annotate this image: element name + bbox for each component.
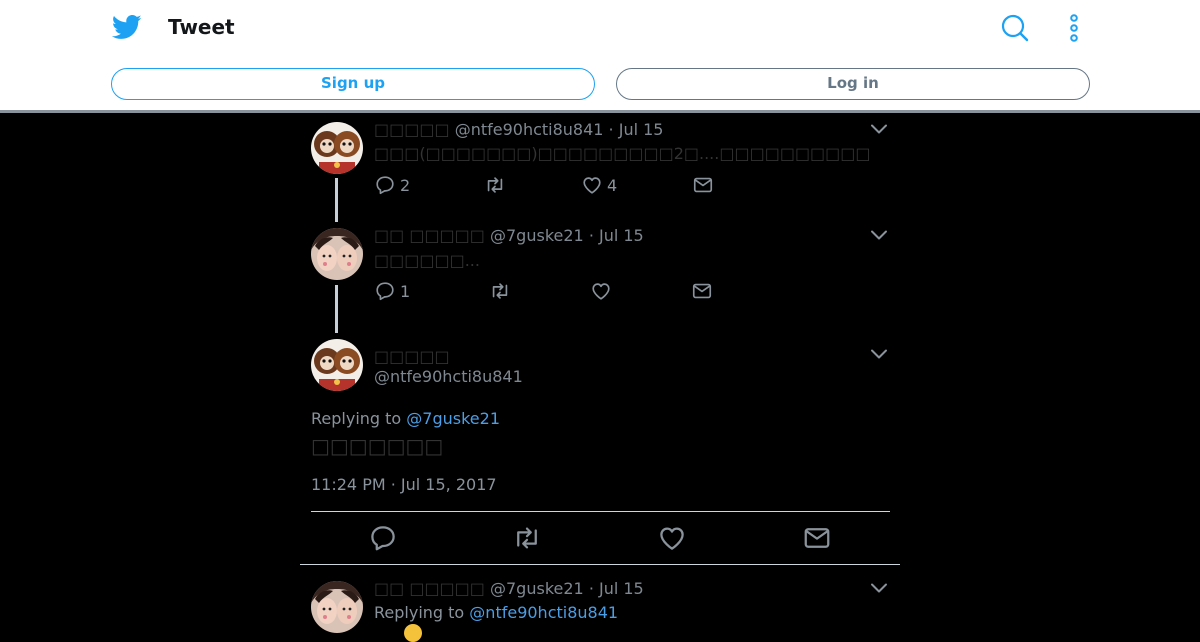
dm-icon[interactable] [802,523,832,553]
avatar[interactable] [311,122,363,174]
avatar[interactable] [311,339,363,391]
tweet-header: □□□□□ @ntfe90hcti8u841 · Jul 15 [374,120,664,139]
twitter-bird-icon[interactable] [112,14,142,42]
tweet-date[interactable]: Jul 15 [619,120,664,139]
author-name[interactable]: □□□□□ [374,347,450,366]
log-in-button[interactable]: Log in [616,68,1090,100]
replying-to-link[interactable]: @7guske21 [406,409,500,428]
more-vertical-icon[interactable] [1062,13,1086,43]
direct-message-button[interactable] [692,174,714,196]
chevron-down-icon[interactable] [870,348,888,360]
like-icon [590,280,612,302]
author-handle[interactable]: @ntfe90hcti8u841 [374,367,523,386]
reply-icon[interactable] [368,523,398,553]
replying-to-line: Replying to @ntfe90hcti8u841 [374,603,618,622]
retweet-icon[interactable] [512,523,542,553]
tweet-text: □□□(□□□□□□□)□□□□□□□□□2□....□□□□□□□□□□ [374,144,871,163]
replying-prefix: Replying to [311,409,402,428]
thread-connector [335,285,338,333]
author-handle[interactable]: @7guske21 [490,579,584,598]
author-name[interactable]: □□ □□□□□ [374,226,485,245]
thread-connector [335,178,338,222]
dm-icon [692,174,714,196]
like-count: 4 [607,175,618,195]
reply-button[interactable]: 1 [374,280,410,302]
reply-icon [374,174,396,196]
divider [300,564,900,565]
retweet-icon [484,174,506,196]
tweet-date[interactable]: Jul 15 [599,226,644,245]
avatar[interactable] [311,228,363,280]
replying-prefix: Replying to [374,603,465,622]
like-icon [581,174,603,196]
search-icon[interactable] [1000,13,1030,43]
direct-message-button[interactable] [691,280,713,302]
author-handle[interactable]: @ntfe90hcti8u841 [455,120,604,139]
tweet-header: □□ □□□□□ @7guske21 · Jul 15 [374,579,644,598]
chevron-down-icon[interactable] [870,582,888,594]
author-name[interactable]: □□□□□ [374,120,450,139]
reply-button[interactable]: 2 [374,174,410,196]
tweet-date[interactable]: Jul 15 [599,579,644,598]
author-handle[interactable]: @7guske21 [490,226,584,245]
retweet-button[interactable] [484,174,506,196]
page-title: Tweet [168,15,235,39]
tweet-text: □□□□□□□ [311,434,444,458]
dm-icon [691,280,713,302]
sign-up-button[interactable]: Sign up [111,68,595,100]
chevron-down-icon[interactable] [870,229,888,241]
like-button[interactable]: 4 [581,174,617,196]
replying-to-link[interactable]: @ntfe90hcti8u841 [469,603,618,622]
chevron-down-icon[interactable] [870,123,888,135]
author-name[interactable]: □□ □□□□□ [374,579,485,598]
tweet-timestamp[interactable]: 11:24 PM · Jul 15, 2017 [311,475,497,494]
emoji [404,624,422,642]
divider [311,511,890,512]
replying-to-line: Replying to @7guske21 [311,409,500,428]
top-bar: Tweet Sign up Log in [0,0,1200,113]
reply-count: 2 [400,175,411,195]
retweet-icon [489,280,511,302]
retweet-button[interactable] [489,280,511,302]
tweet-text: □□□□□□... [374,251,480,270]
avatar[interactable] [311,581,363,633]
reply-count: 1 [400,281,411,301]
like-button[interactable] [590,280,612,302]
tweet-header: □□ □□□□□ @7guske21 · Jul 15 [374,226,644,245]
like-icon[interactable] [657,523,687,553]
reply-icon [374,280,396,302]
